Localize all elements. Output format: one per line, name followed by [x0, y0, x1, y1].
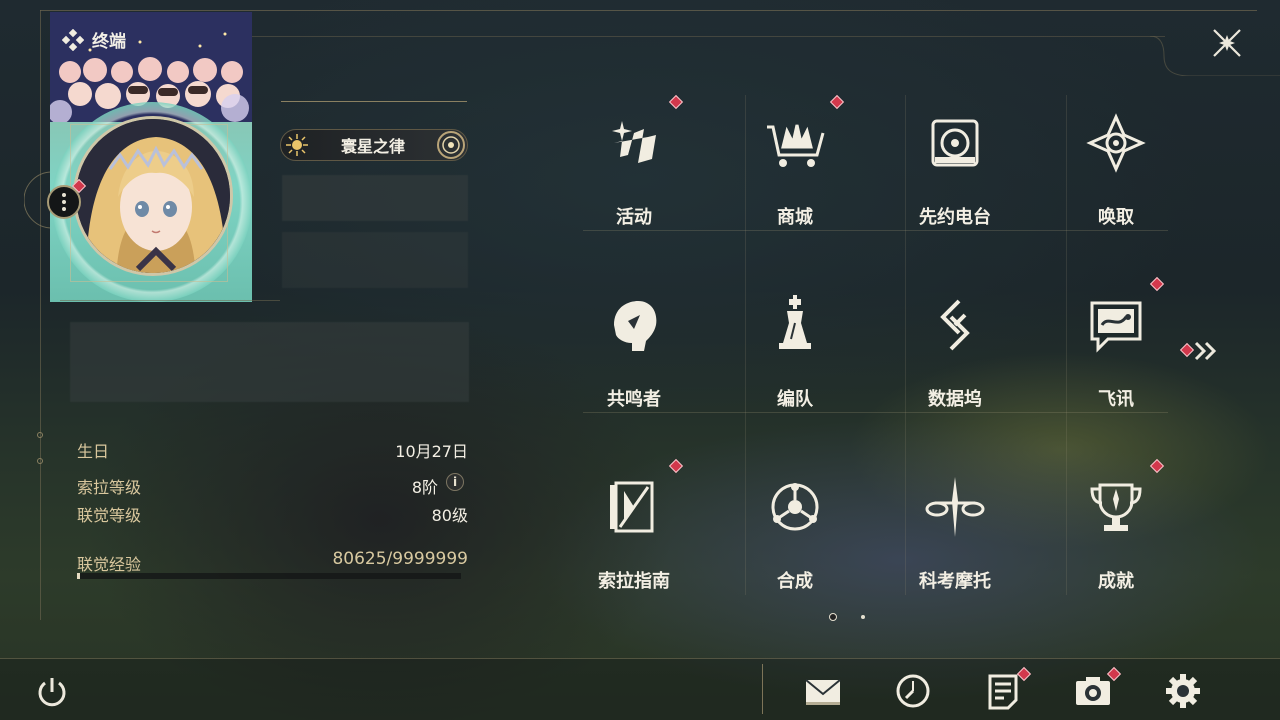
menu-item-message[interactable]: 飞讯 [1046, 285, 1186, 435]
settings-icon[interactable] [1164, 672, 1202, 710]
menu-item-resonator[interactable]: 共鸣者 [564, 285, 704, 435]
menu-label-shop: 商城 [777, 207, 813, 228]
mail-icon[interactable] [804, 672, 842, 710]
menu-item-radio[interactable]: 先约电台 [885, 103, 1025, 253]
title-plate[interactable]: 寰星之律 [280, 129, 468, 161]
menu-item-motorbike[interactable]: 科考摩托 [885, 467, 1025, 617]
birthday-label: 生日 [77, 442, 110, 461]
union-exp-progress-fill [77, 573, 81, 579]
card-divider [60, 300, 280, 301]
union-exp-progress-bar [77, 573, 461, 579]
bottom-bar-line [0, 658, 1280, 659]
sun-emblem-icon [286, 134, 308, 156]
rail-dot [37, 458, 43, 464]
terminal-title: 终端 [62, 27, 126, 52]
avatar[interactable] [73, 116, 233, 276]
menu-label-motorbike: 科考摩托 [919, 571, 991, 592]
menu-label-synthesis: 合成 [777, 571, 813, 592]
sola-level-label: 索拉等级 [77, 478, 142, 497]
menu-item-achievement[interactable]: 成就 [1046, 467, 1186, 617]
frame-left-line [40, 10, 41, 620]
player-name-redacted [282, 175, 468, 221]
menu-item-guidebook[interactable]: 索拉指南 [564, 467, 704, 617]
page-title: 终端 [92, 32, 126, 52]
avatar-portrait [76, 119, 230, 273]
clock-icon[interactable] [894, 672, 932, 710]
menu-label-guidebook: 索拉指南 [598, 571, 670, 592]
menu-item-shop[interactable]: 商城 [725, 103, 865, 253]
page-indicator-active [829, 613, 837, 621]
rail-dot [37, 432, 43, 438]
page-indicator [861, 615, 865, 619]
convene-icon [1086, 113, 1146, 173]
achievement-icon [1090, 483, 1142, 531]
union-exp-label: 联觉经验 [77, 555, 142, 574]
guidebook-icon [610, 481, 654, 533]
menu-item-activity[interactable]: 活动 [564, 103, 704, 253]
activity-icon [612, 121, 656, 163]
union-level-label: 联觉等级 [77, 506, 142, 525]
motorbike-icon [925, 477, 985, 537]
menu-label-team: 编队 [777, 389, 813, 410]
message-icon [1090, 301, 1142, 353]
terminal-icon [62, 28, 84, 51]
player-id-redacted [282, 232, 468, 288]
sola-level-value: 8阶 [411, 478, 438, 497]
birthday-value: 10月27日 [395, 442, 468, 461]
close-icon[interactable] [1208, 24, 1246, 62]
orbit-emblem-icon [437, 131, 465, 159]
next-page-arrow-icon[interactable] [1192, 340, 1222, 362]
camera-icon[interactable] [1074, 672, 1112, 710]
sola-level-info-button[interactable]: i [446, 473, 464, 491]
power-icon[interactable] [34, 674, 70, 710]
frame-inner-line [250, 36, 1165, 37]
menu-item-team[interactable]: 编队 [725, 285, 865, 435]
menu-item-convene[interactable]: 唤取 [1046, 103, 1186, 253]
menu-label-data-bank: 数据坞 [928, 389, 982, 410]
bottom-separator [762, 664, 763, 714]
shop-icon [767, 124, 825, 167]
menu-label-achievement: 成就 [1098, 571, 1134, 592]
menu-label-resonator: 共鸣者 [607, 389, 661, 410]
plate-divider [281, 101, 467, 102]
data-bank-icon [940, 299, 970, 351]
title-plate-text: 寰星之律 [340, 137, 405, 156]
radio-icon [931, 119, 979, 167]
menu-label-activity: 活动 [616, 207, 652, 228]
union-exp-value: 80625/9999999 [332, 549, 468, 569]
union-level-value: 80级 [431, 506, 468, 525]
signature-redacted [70, 322, 469, 402]
menu-label-radio: 先约电台 [919, 207, 991, 228]
frame-top-line [40, 10, 1257, 11]
menu-item-data-bank[interactable]: 数据坞 [885, 285, 1025, 435]
menu-item-synthesis[interactable]: 合成 [725, 467, 865, 617]
team-icon [779, 295, 811, 349]
resonator-icon [614, 301, 657, 351]
menu-label-convene: 唤取 [1098, 207, 1134, 228]
menu-label-message: 飞讯 [1098, 389, 1134, 410]
synthesis-icon [771, 483, 819, 531]
notice-icon[interactable] [984, 672, 1022, 710]
